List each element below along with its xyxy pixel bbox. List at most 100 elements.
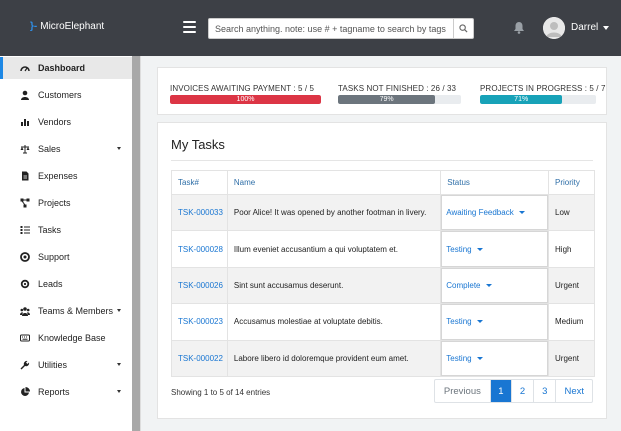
card-title: My Tasks bbox=[171, 137, 225, 152]
status-dropdown[interactable]: Awaiting Feedback bbox=[441, 208, 525, 217]
table-row: TSK-000022 Labore libero id doloremque pr… bbox=[171, 339, 595, 377]
search-button[interactable] bbox=[453, 19, 473, 38]
sidebar-item-knowledge-base[interactable]: Knowledge Base bbox=[0, 327, 133, 349]
task-id-link[interactable]: TSK-000022 bbox=[178, 354, 223, 363]
pie-chart-icon bbox=[20, 387, 30, 397]
sidebar-item-label: Projects bbox=[38, 198, 71, 208]
divider bbox=[171, 160, 593, 161]
pagination-page-1[interactable]: 1 bbox=[489, 380, 511, 402]
balance-scale-icon bbox=[20, 144, 30, 154]
progress-bar: 71% bbox=[480, 95, 596, 104]
progress-label: PROJECTS IN PROGRESS : 5 / 7 bbox=[480, 84, 606, 93]
progress-bar: 79% bbox=[338, 95, 461, 104]
sidebar-item-customers[interactable]: Customers bbox=[0, 84, 133, 106]
progress-invoices: INVOICES AWAITING PAYMENT : 5 / 5 100% bbox=[170, 84, 321, 104]
sidebar-item-leads[interactable]: Leads bbox=[0, 273, 133, 295]
task-name-cell: Poor Alice! It was opened by another foo… bbox=[226, 193, 442, 232]
search-input[interactable] bbox=[209, 19, 453, 38]
avatar[interactable] bbox=[543, 17, 565, 39]
task-id-link[interactable]: TSK-000023 bbox=[178, 317, 223, 326]
column-header-priority[interactable]: Priority bbox=[548, 170, 595, 195]
status-dropdown[interactable]: Testing bbox=[441, 244, 483, 254]
chevron-down-icon bbox=[117, 309, 121, 312]
leads-icon bbox=[20, 279, 30, 289]
sidebar-item-expenses[interactable]: Expenses bbox=[0, 165, 133, 187]
sidebar-item-tasks[interactable]: Tasks bbox=[0, 219, 133, 241]
my-tasks-card: My Tasks Task# Name Status Priority TSK-… bbox=[157, 122, 607, 419]
status-dropdown[interactable]: Complete bbox=[441, 280, 492, 290]
sidebar-item-label: Support bbox=[38, 252, 70, 262]
task-id-cell: TSK-000023 bbox=[171, 303, 228, 341]
task-id-link[interactable]: TSK-000033 bbox=[178, 208, 223, 217]
tasks-table: Task# Name Status Priority TSK-000033 Poo… bbox=[171, 170, 595, 377]
table-row: TSK-000028 Illum eveniet accusantium a qu… bbox=[171, 230, 595, 268]
chevron-down-icon bbox=[117, 147, 121, 150]
bell-icon[interactable] bbox=[513, 21, 525, 34]
brand[interactable]: }- MicroElephant bbox=[30, 21, 104, 32]
sidebar-item-label: Sales bbox=[38, 144, 61, 154]
search-icon bbox=[459, 24, 468, 33]
sidebar-item-vendors[interactable]: Vendors bbox=[0, 111, 133, 133]
keyboard-icon bbox=[20, 333, 30, 343]
entries-info: Showing 1 to 5 of 14 entries bbox=[171, 388, 271, 397]
chevron-down-icon bbox=[117, 363, 121, 366]
task-name-cell: Accusamus molestiae at voluptate debitis… bbox=[226, 303, 442, 341]
sidebar-item-reports[interactable]: Reports bbox=[0, 381, 133, 403]
task-name-cell: Illum eveniet accusantium a qui voluptat… bbox=[226, 230, 442, 268]
table-header-row: Task# Name Status Priority bbox=[171, 170, 595, 195]
task-id-link[interactable]: TSK-000028 bbox=[178, 245, 223, 254]
column-header-task[interactable]: Task# bbox=[171, 170, 228, 195]
status-label: Complete bbox=[446, 280, 481, 290]
task-priority-cell: High bbox=[548, 230, 595, 268]
task-priority-cell: Urgent bbox=[548, 266, 595, 305]
user-menu[interactable]: Darrel bbox=[571, 22, 610, 33]
sidebar-item-projects[interactable]: Projects bbox=[0, 192, 133, 214]
pagination-page-3[interactable]: 3 bbox=[533, 380, 555, 402]
task-status-cell: Complete bbox=[440, 266, 550, 305]
sidebar-item-label: Dashboard bbox=[38, 63, 86, 73]
sidebar-item-support[interactable]: Support bbox=[0, 246, 133, 268]
task-id-link[interactable]: TSK-000026 bbox=[178, 281, 223, 290]
status-dropdown[interactable]: Testing bbox=[441, 353, 483, 363]
progress-fill: 100% bbox=[170, 95, 321, 104]
sidebar-item-label: Knowledge Base bbox=[38, 333, 106, 343]
pagination-previous[interactable]: Previous bbox=[435, 380, 490, 402]
task-id-cell: TSK-000028 bbox=[171, 230, 228, 268]
column-header-name[interactable]: Name bbox=[226, 170, 442, 195]
sidebar-scrollbar[interactable] bbox=[132, 56, 140, 431]
progress-label: INVOICES AWAITING PAYMENT : 5 / 5 bbox=[170, 84, 315, 93]
sidebar-item-utilities[interactable]: Utilities bbox=[0, 354, 133, 376]
sidebar-item-label: Teams & Members bbox=[38, 306, 114, 316]
status-label: Testing bbox=[446, 353, 472, 363]
task-id-cell: TSK-000026 bbox=[171, 266, 228, 305]
status-dropdown[interactable]: Testing bbox=[441, 317, 483, 327]
status-label: Testing bbox=[446, 244, 472, 254]
users-icon bbox=[20, 306, 30, 316]
pagination-next[interactable]: Next bbox=[555, 380, 592, 402]
task-id-cell: TSK-000033 bbox=[171, 193, 228, 232]
progress-fill: 79% bbox=[338, 95, 436, 104]
status-label: Testing bbox=[446, 317, 472, 327]
top-navbar: }- MicroElephant Darrel bbox=[0, 0, 621, 56]
caret-down-icon bbox=[476, 247, 483, 251]
task-status-cell: Testing bbox=[440, 230, 550, 268]
progress-tasks: TASKS NOT FINISHED : 26 / 33 79% bbox=[338, 84, 461, 104]
column-header-status[interactable]: Status bbox=[440, 170, 550, 195]
pagination: Previous 1 2 3 Next bbox=[433, 379, 593, 403]
chevron-down-icon bbox=[603, 25, 610, 30]
hamburger-icon[interactable] bbox=[183, 21, 196, 33]
pagination-page-2[interactable]: 2 bbox=[510, 380, 533, 402]
sidebar-item-sales[interactable]: Sales bbox=[0, 138, 133, 160]
task-priority-cell: Urgent bbox=[548, 339, 595, 377]
sidebar-item-label: Vendors bbox=[38, 117, 72, 127]
task-status-cell: Awaiting Feedback bbox=[440, 193, 550, 232]
task-status-cell: Testing bbox=[440, 339, 550, 377]
sidebar-item-label: Leads bbox=[38, 279, 63, 289]
sidebar-item-teams-members[interactable]: Teams & Members bbox=[0, 300, 133, 322]
support-icon bbox=[20, 252, 30, 262]
sidebar-item-dashboard[interactable]: Dashboard bbox=[0, 57, 133, 79]
progress-label: TASKS NOT FINISHED : 26 / 33 bbox=[338, 84, 457, 93]
user-name: Darrel bbox=[571, 22, 599, 33]
file-icon bbox=[20, 171, 30, 181]
task-priority-cell: Low bbox=[548, 193, 595, 232]
